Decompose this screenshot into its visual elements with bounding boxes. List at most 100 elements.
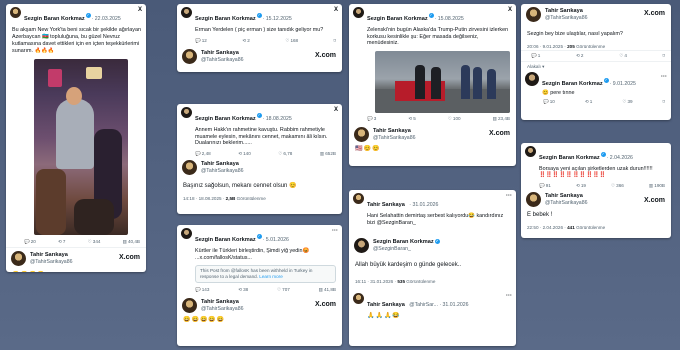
avatar[interactable] [182, 298, 197, 314]
more-icon[interactable]: ··· [506, 193, 512, 199]
tweet-meta: 20:06 · 9.01.2025 · 205 Görüntülenme [527, 44, 606, 49]
avatar[interactable] [181, 7, 192, 18]
tweet-photo[interactable] [34, 59, 128, 235]
reply-author-name[interactable]: Tahir Sarıkaya [201, 50, 243, 57]
avatar[interactable] [10, 7, 21, 18]
like-count[interactable]: ♡ 39 [622, 99, 632, 105]
author-name[interactable]: Tahir Sarıkaya [367, 202, 405, 208]
author-name[interactable]: Sezgin Baran Korkmaz [539, 155, 600, 161]
reply-count[interactable]: 💬 20 [24, 239, 36, 245]
like-count[interactable]: ♡ 100 [448, 116, 461, 122]
reply-count[interactable]: 💬 12 [195, 38, 207, 44]
retweet-count[interactable]: ⟲ 7 [58, 239, 65, 245]
tweet-text: Sezgin bey bize ulaştılar, nasıl yapalım… [527, 31, 623, 37]
reply-author-handle[interactable]: @SezginBaran_ [373, 246, 441, 252]
reply-author-handle[interactable]: @TahirSarikaya86 [373, 135, 415, 141]
tweet-header: Tahir Sarıkaya · 31.01.2026 ··· [349, 190, 516, 212]
more-icon[interactable]: ··· [332, 228, 338, 234]
reply-author-handle[interactable]: @TahirSarikaya86 [201, 168, 243, 174]
tweet-metrics: 💬 91 ⟲ 19 ♡ 366 ▥ 190B [521, 181, 671, 191]
avatar[interactable] [353, 293, 364, 305]
avatar[interactable] [354, 238, 369, 254]
reply-count[interactable]: 💬 10 [543, 99, 555, 105]
retweet-count[interactable]: ⟲ 38 [238, 287, 248, 293]
x-com-label: X.com [643, 196, 665, 204]
author-name[interactable]: Sezgin Baran Korkmaz [24, 16, 85, 22]
author-name[interactable]: Sezgin Baran Korkmaz [195, 16, 256, 22]
reply-author-row: Tahir Sarıkaya @TahirSarikaya86 X.com [349, 124, 516, 145]
tweet-text: Annem Hakk'ın rahmetine kavuştu. Rabbim … [195, 127, 328, 147]
reply-metrics: 💬 10 ⟲ 1 ♡ 39 ⌑ [521, 97, 671, 107]
avatar[interactable] [525, 72, 539, 86]
reply-author-name[interactable]: Tahir Sarıkaya [373, 128, 415, 135]
tweet-card-5: Sezgin Baran Korkmaz✓· 5.01.2026 ··· Kür… [177, 225, 342, 346]
like-count[interactable]: ♡ 344 [88, 239, 101, 245]
more-icon[interactable]: ··· [506, 293, 512, 299]
like-count[interactable]: ♡ 6,78 [278, 151, 292, 157]
avatar[interactable] [181, 107, 192, 118]
reply-author-handle[interactable]: @TahirSarikaya86 [201, 57, 243, 63]
reply-author-handle[interactable]: @TahirSarikaya86 [201, 306, 243, 312]
retweet-count[interactable]: ⟲ 1 [585, 99, 592, 105]
avatar[interactable] [353, 7, 364, 18]
view-count[interactable]: ▥ 40,4B [123, 239, 140, 245]
reply-author-handle[interactable]: @TahirSarikaya86 [30, 259, 72, 265]
avatar[interactable] [182, 49, 197, 64]
avatar[interactable] [525, 146, 536, 157]
bookmark-icon[interactable]: ⌑ [334, 38, 336, 44]
retweet-count[interactable]: ⟲ 140 [238, 151, 251, 157]
reply-author-handle[interactable]: @TahirSarikaya86 [545, 200, 587, 206]
x-logo-icon: X [137, 7, 142, 13]
reply-count[interactable]: 💬 3 [367, 116, 376, 122]
more-icon[interactable]: ··· [661, 74, 667, 80]
replies-sort[interactable]: Alakalı ▾ [521, 62, 671, 71]
like-count[interactable]: ♡ 707 [277, 287, 290, 293]
view-count[interactable]: ▥ 41,8B [319, 287, 336, 293]
reply-author-name[interactable]: Sezgin Baran Korkmaz [542, 81, 603, 87]
author-name[interactable]: Sezgin Baran Korkmaz [195, 237, 256, 243]
reply-header: Sezgin Baran Korkmaz✓· 9.01.2025 😊 pere … [521, 71, 671, 97]
like-count[interactable]: ♡ 168 [285, 38, 298, 44]
like-count[interactable]: ♡ 4 [619, 53, 627, 59]
avatar[interactable] [182, 159, 197, 175]
avatar[interactable] [353, 193, 364, 204]
reply-meta: 16:11 · 31.01.2026 · 535 Görüntülenme [355, 279, 436, 285]
reply-author-name[interactable]: Sezgin Baran Korkmaz ✓ [373, 239, 441, 246]
reply-author-name[interactable]: Tahir Sarıkaya [545, 193, 587, 200]
avatar[interactable] [181, 228, 192, 239]
reply-text: Allah büyük kardeşim o günde gelecek.. [355, 262, 462, 269]
bookmark-icon[interactable]: ⌑ [663, 53, 665, 59]
view-count[interactable]: ▥ 23,4B [493, 116, 510, 122]
reply-count[interactable]: 💬 91 [539, 183, 551, 189]
last-reply-handle[interactable]: @TahirSar... · 31.01.2026 [409, 302, 468, 308]
reply-author-name[interactable]: Tahir Sarıkaya [30, 252, 72, 259]
view-count[interactable]: ▥ 190B [649, 183, 665, 189]
author-handle[interactable]: @TahirSarikaya86 [545, 15, 587, 21]
last-reply-text: 🙏🙏🙏😂 [367, 313, 401, 320]
reply-count[interactable]: 💬 2,48 [195, 151, 211, 157]
retweet-count[interactable]: ⟲ 2 [242, 38, 249, 44]
reply-author-name[interactable]: Tahir Sarıkaya [201, 161, 243, 168]
reply-count[interactable]: 💬 143 [195, 287, 209, 293]
tweet-photo[interactable] [375, 50, 510, 113]
author-name[interactable]: Sezgin Baran Korkmaz [367, 16, 428, 22]
retweet-count[interactable]: ⟲ 5 [408, 116, 415, 122]
view-count[interactable]: ▥ 652B [320, 151, 336, 157]
last-reply-author[interactable]: Tahir Sarıkaya [367, 302, 405, 308]
author-name[interactable]: Tahir Sarıkaya [545, 8, 587, 15]
avatar[interactable] [11, 251, 26, 266]
retweet-count[interactable]: ⟲ 19 [576, 183, 586, 189]
tweet-card-6: Tahir Sarıkaya · 31.01.2026 ··· Hani Sel… [349, 190, 516, 346]
tweet-metrics: 💬 20 ⟲ 7 ♡ 344 ▥ 40,4B [6, 235, 146, 247]
learn-more-link[interactable]: Learn more [259, 274, 283, 279]
avatar[interactable] [526, 7, 541, 22]
reply-author-name[interactable]: Tahir Sarıkaya [201, 299, 243, 306]
reply-count[interactable]: 💬 1 [531, 53, 540, 59]
like-count[interactable]: ♡ 366 [611, 183, 624, 189]
retweet-count[interactable]: ⟲ 2 [576, 53, 583, 59]
avatar[interactable] [354, 126, 369, 142]
bookmark-icon[interactable]: ⌑ [663, 99, 665, 105]
author-name[interactable]: Sezgin Baran Korkmaz [195, 116, 256, 122]
avatar[interactable] [526, 191, 541, 207]
tweet-header: Sezgin Baran Korkmaz✓· 5.01.2026 ··· [177, 225, 342, 247]
